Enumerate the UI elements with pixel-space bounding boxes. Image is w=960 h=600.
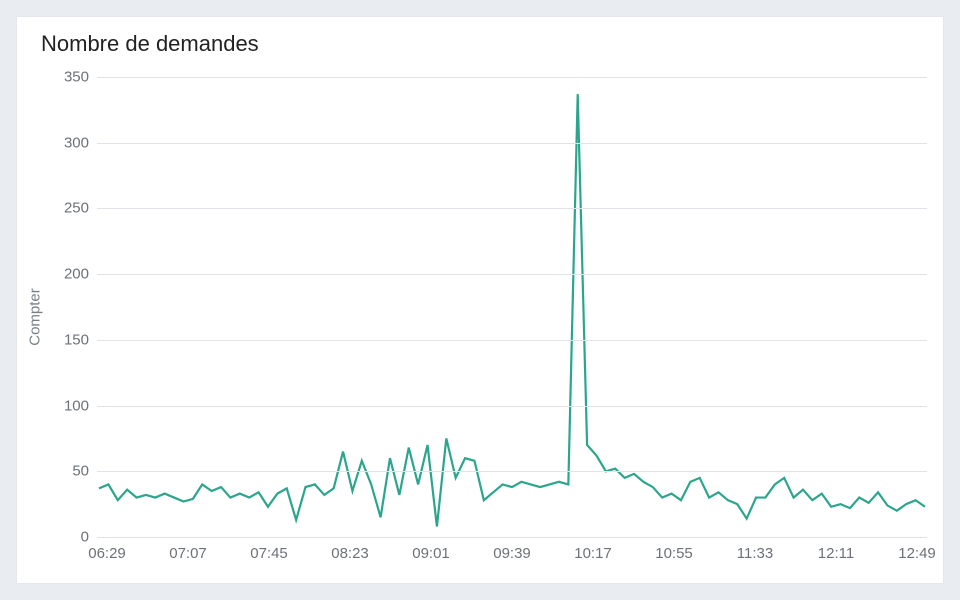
plot-area: 05010015020025030035006:2907:0707:4508:2… [97,77,927,537]
grid-line [97,274,927,275]
chart-title: Nombre de demandes [41,31,259,57]
y-tick-label: 50 [72,463,89,480]
y-tick-label: 350 [64,69,89,86]
x-tick-label: 12:11 [818,545,854,562]
grid-line [97,208,927,209]
chart-panel: Nombre de demandes Compter 0501001502002… [16,16,944,584]
y-tick-label: 200 [64,266,89,283]
y-tick-label: 150 [64,331,89,348]
x-tick-label: 09:01 [412,545,450,562]
y-tick-label: 100 [64,397,89,414]
x-tick-label: 10:55 [655,545,693,562]
y-tick-label: 0 [81,529,89,546]
x-tick-label: 07:45 [250,545,288,562]
x-tick-label: 09:39 [493,545,531,562]
x-tick-label: 06:29 [88,545,126,562]
grid-line [97,471,927,472]
x-tick-label: 12:49 [898,545,936,562]
series-line [99,94,925,526]
grid-line [97,537,927,538]
line-series [97,77,927,537]
grid-line [97,77,927,78]
x-tick-label: 11:33 [737,545,773,562]
x-tick-label: 10:17 [574,545,612,562]
y-tick-label: 250 [64,200,89,217]
grid-line [97,143,927,144]
x-tick-label: 07:07 [169,545,207,562]
grid-line [97,406,927,407]
grid-line [97,340,927,341]
y-tick-label: 300 [64,134,89,151]
x-tick-label: 08:23 [331,545,369,562]
y-axis-label: Compter [27,288,44,346]
